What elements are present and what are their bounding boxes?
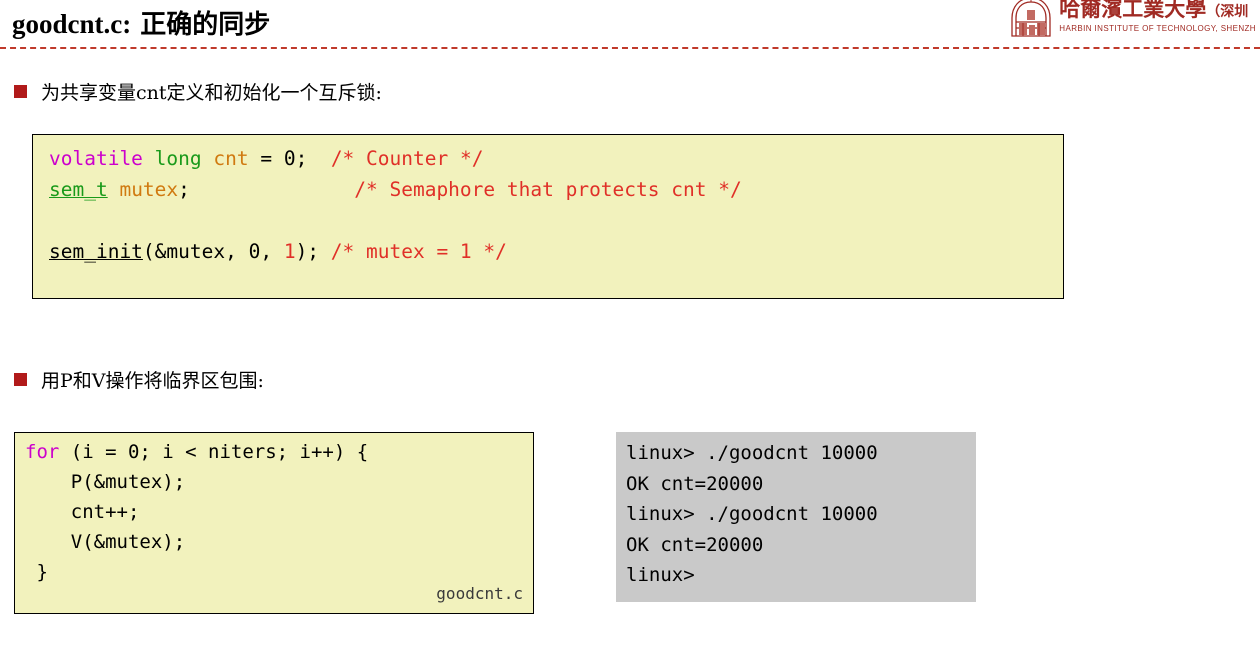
code-block-declaration: volatile long cnt = 0; /* Counter */sem_… — [32, 134, 1064, 299]
code-file-label: goodcnt.c — [436, 584, 523, 603]
logo-english-name: HARBIN INSTITUTE OF TECHNOLOGY, SHENZH — [1059, 24, 1256, 33]
page-title: goodcnt.c: 正确的同步 — [12, 4, 270, 41]
code-declaration-token: sem_init — [49, 240, 143, 263]
logo-chinese-main: 哈爾濱工業大學 — [1059, 0, 1207, 21]
code-declaration-token: volatile — [49, 147, 143, 170]
code-declaration-token: /* Semaphore that protects cnt */ — [354, 178, 742, 201]
code-declaration-token: = 0; — [248, 147, 331, 170]
university-logo: 哈爾濱工業大學（深圳 HARBIN INSTITUTE OF TECHNOLOG… — [1007, 0, 1256, 46]
code-declaration-token: 1 — [283, 240, 296, 263]
code-loop-line: V(&mutex); — [25, 527, 533, 557]
code-loop-line: for (i = 0; i < niters; i++) { — [25, 437, 533, 467]
code-declaration-token: /* mutex = 1 */ — [330, 240, 507, 263]
bullet-item-2-label: 用P和V操作将临界区包围: — [41, 370, 264, 392]
bullet-item-2: 用P和V操作将临界区包围: — [14, 366, 264, 393]
code-declaration-token: long — [154, 147, 202, 170]
logo-text: 哈爾濱工業大學（深圳 HARBIN INSTITUTE OF TECHNOLOG… — [1059, 0, 1256, 34]
code-declaration-line: sem_init(&mutex, 0, 1); /* mutex = 1 */ — [49, 236, 1063, 267]
code-loop-line: P(&mutex); — [25, 467, 533, 497]
terminal-line: OK cnt=20000 — [626, 472, 764, 495]
title-divider — [0, 47, 1260, 49]
bullet-item-1-label: 为共享变量cnt定义和初始化一个互斥锁: — [41, 82, 382, 104]
logo-chinese-paren: （深圳 — [1206, 4, 1249, 20]
bullet-square-icon — [14, 85, 27, 98]
code-loop-token: (i = 0; i < niters; i++) { — [59, 441, 369, 463]
code-loop-line: cnt++; — [25, 497, 533, 527]
code-declaration-token: mutex — [119, 178, 179, 201]
code-declaration-line — [49, 205, 1063, 236]
code-declaration-token — [143, 147, 155, 170]
logo-chinese-name: 哈爾濱工業大學（深圳 — [1059, 0, 1256, 23]
code-loop-token: V(&mutex); — [25, 531, 186, 553]
code-declaration-token: ; — [178, 178, 355, 201]
code-loop-token: P(&mutex); — [25, 471, 186, 493]
terminal-line: linux> ./goodcnt 10000 — [626, 503, 878, 525]
code-declaration-token: cnt — [213, 147, 249, 170]
code-declaration-line: volatile long cnt = 0; /* Counter */ — [49, 143, 1063, 174]
terminal-output-panel: linux> ./goodcnt 10000 OK cnt=20000 linux>… — [616, 432, 976, 602]
code-declaration-token: ); — [295, 240, 331, 263]
code-declaration-token: sem_t — [49, 178, 108, 201]
terminal-line: OK cnt=20000 — [626, 533, 764, 556]
terminal-line: linux> — [626, 564, 695, 586]
code-loop-token: cnt++; — [25, 501, 140, 523]
page-title-cjk: 正确的同步 — [131, 10, 271, 40]
code-declaration-token: /* Counter */ — [330, 147, 484, 170]
terminal-line: linux> ./goodcnt 10000 — [626, 442, 878, 464]
bullet-square-icon — [14, 373, 27, 386]
page-title-code: goodcnt.c: — [12, 9, 132, 39]
code-block-loop: for (i = 0; i < niters; i++) { P(&mutex)… — [14, 432, 534, 614]
bullet-item-1: 为共享变量cnt定义和初始化一个互斥锁: — [14, 78, 382, 105]
code-declaration-token — [108, 178, 120, 201]
code-loop-token: } — [25, 561, 48, 583]
slide-header: goodcnt.c: 正确的同步 哈爾濱工業大學（深圳 HARBIN INSTI… — [0, 0, 1260, 58]
code-declaration-token: (&mutex, 0, — [142, 240, 284, 263]
code-declaration-token — [202, 147, 214, 170]
hit-emblem-icon — [1007, 0, 1055, 40]
code-loop-token: for — [25, 441, 60, 463]
code-declaration-line: sem_t mutex; /* Semaphore that protects … — [49, 174, 1063, 205]
